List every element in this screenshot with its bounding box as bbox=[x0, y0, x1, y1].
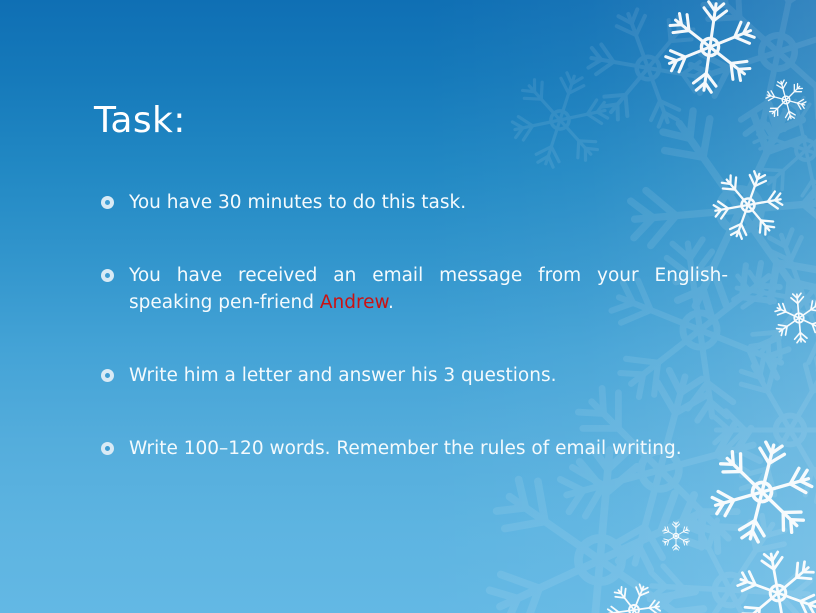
bullet-text-2-lead: You have received an email message from … bbox=[129, 265, 728, 313]
list-item: You have 30 minutes to do this task. bbox=[96, 190, 728, 216]
highlighted-name-andrew: Andrew bbox=[319, 291, 388, 313]
list-item: Write him a letter and answer his 3 ques… bbox=[96, 363, 728, 389]
task-bullet-list: You have 30 minutes to do this task. You… bbox=[96, 190, 728, 462]
list-item: Write 100–120 words. Remember the rules … bbox=[96, 436, 728, 462]
ring-bullet-icon bbox=[101, 442, 114, 456]
ring-bullet-icon bbox=[101, 269, 114, 283]
bullet-text-2: You have received an email message from … bbox=[129, 263, 728, 316]
ring-bullet-icon bbox=[101, 368, 114, 382]
bullet-text-3: Write him a letter and answer his 3 ques… bbox=[129, 364, 557, 386]
slide: Task: You have 30 minutes to do this tas… bbox=[0, 0, 816, 613]
bullet-text-1: You have 30 minutes to do this task. bbox=[129, 192, 467, 213]
bullet-text-2-tail: . bbox=[387, 291, 394, 313]
list-item: You have received an email message from … bbox=[96, 263, 728, 316]
page-title: Task: bbox=[94, 100, 186, 142]
slide-content: Task: You have 30 minutes to do this tas… bbox=[0, 0, 816, 613]
bullet-text-4: Write 100–120 words. Remember the rules … bbox=[129, 438, 682, 460]
ring-bullet-icon bbox=[101, 196, 114, 209]
